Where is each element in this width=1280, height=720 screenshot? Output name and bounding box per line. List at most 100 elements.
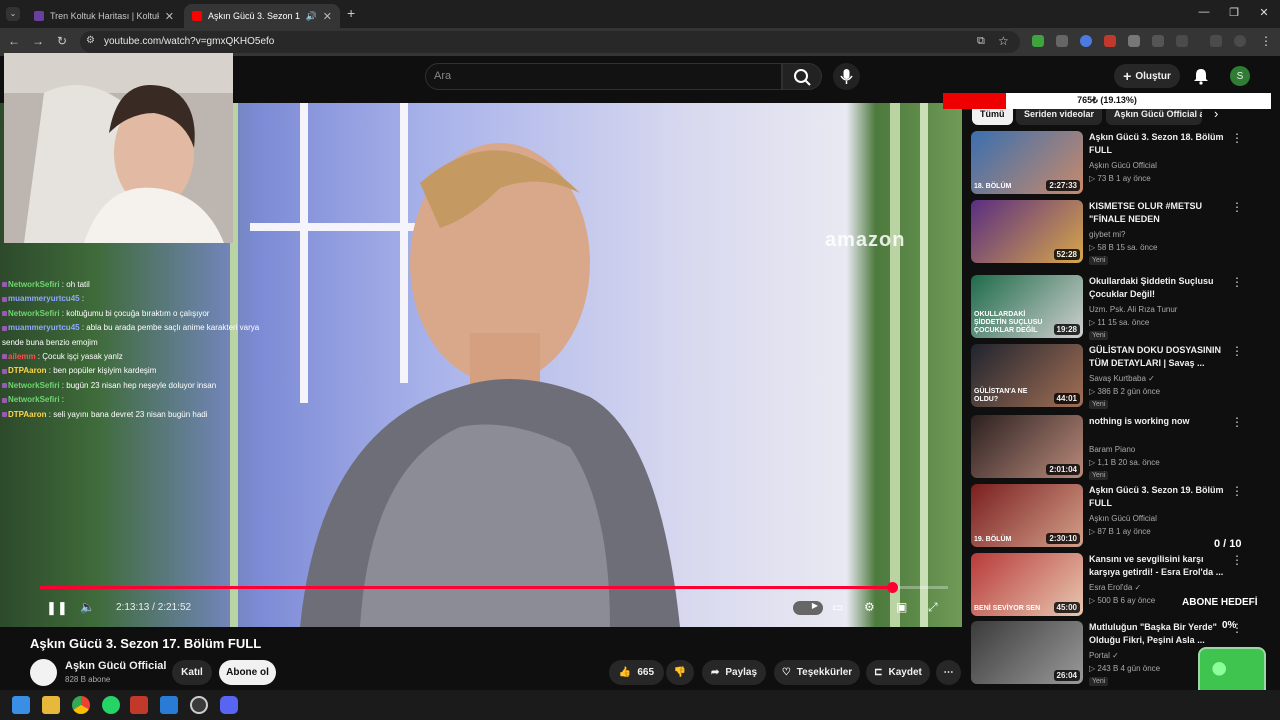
progress-scrubber[interactable] — [886, 582, 898, 593]
more-options-icon[interactable]: ⋮ — [1231, 344, 1243, 358]
discord-icon[interactable] — [220, 696, 238, 714]
recommendation-title[interactable]: Okullardaki Şiddetin Suçlusu Çocuklar De… — [1089, 275, 1225, 301]
tab-close-icon[interactable]: ✕ — [323, 10, 332, 23]
recommendation-channel[interactable]: Portal ✓ — [1089, 651, 1119, 660]
tab-youtube[interactable]: Aşkın Gücü 3. Sezon 17. Bölü 🔊 ✕ — [184, 4, 340, 28]
recommendation-channel[interactable]: Aşkın Gücü Official — [1089, 161, 1157, 170]
more-options-icon[interactable]: ⋮ — [1231, 200, 1243, 214]
reload-icon[interactable]: ↻ — [54, 34, 70, 48]
file-explorer-icon[interactable] — [42, 696, 60, 714]
save-button[interactable]: ⊏ Kaydet — [866, 660, 930, 685]
like-button[interactable]: 👍 665 — [609, 660, 664, 685]
recommendation-title[interactable]: Aşkın Gücü 3. Sezon 18. Bölüm FULL — [1089, 131, 1225, 157]
video-thumbnail[interactable]: OKULLARDAKİ ŞİDDETİN SUÇLUSU ÇOCUKLAR DE… — [971, 275, 1083, 338]
pause-button[interactable]: ❚❚ — [46, 600, 68, 616]
profile-icon[interactable] — [1234, 35, 1246, 47]
chat-username: muammeryurtcu45 — [8, 323, 80, 333]
url-text[interactable]: youtube.com/watch?v=gmxQKHO5efo — [104, 36, 274, 47]
more-options-icon[interactable]: ⋮ — [1231, 484, 1243, 498]
progress-bar[interactable] — [40, 582, 948, 593]
search-input[interactable] — [425, 63, 782, 90]
obs-icon[interactable] — [190, 696, 208, 714]
search-button[interactable] — [782, 63, 822, 90]
autoplay-toggle[interactable]: ▶ — [793, 601, 823, 615]
forward-icon[interactable]: → — [30, 34, 46, 48]
more-options-icon[interactable]: ⋮ — [1231, 131, 1243, 145]
video-thumbnail[interactable]: BENİ SEVİYOR SEN 45:00 — [971, 553, 1083, 616]
recommendation-item[interactable]: GÜLİSTAN'A NE OLDU? 44:01 GÜLİSTAN DOKU DO… — [971, 344, 1243, 409]
more-options-icon[interactable]: ⋮ — [1231, 553, 1243, 567]
channel-avatar[interactable] — [30, 659, 57, 686]
tab-search-icon[interactable]: ⌄ — [6, 7, 20, 21]
menu-icon[interactable]: ⋮ — [1260, 34, 1272, 48]
speaker-icon[interactable]: 🔊 — [306, 11, 317, 22]
recommendation-title[interactable]: KISMETSE OLUR #METSU "FİNALE NEDEN GİTME… — [1089, 200, 1225, 226]
extension-icon[interactable] — [1128, 35, 1140, 47]
windows-start-icon[interactable] — [12, 696, 30, 714]
subscribe-button[interactable]: Abone ol — [219, 660, 276, 685]
more-actions-button[interactable]: ⋯ — [936, 660, 961, 685]
app-icon[interactable] — [160, 696, 178, 714]
recommendation-item[interactable]: 18. BÖLÜM 2:27:33 Aşkın Gücü 3. Sezon 18. … — [971, 131, 1243, 195]
share-button[interactable]: ➦ Paylaş — [702, 660, 766, 685]
extensions-puzzle-icon[interactable] — [1176, 35, 1188, 47]
recommendation-channel[interactable]: Esra Erol'da ✓ — [1089, 583, 1141, 592]
video-thumbnail[interactable]: 2:01:04 — [971, 415, 1083, 478]
restore-icon[interactable]: ❐ — [1224, 6, 1244, 19]
tab-koltuk[interactable]: Tren Koltuk Haritası | Koltuk Seç ✕ — [26, 4, 182, 28]
recommendation-channel[interactable]: giybet mi? — [1089, 230, 1125, 239]
bookmark-star-icon[interactable]: ☆ — [998, 34, 1009, 48]
video-thumbnail[interactable]: 52:28 — [971, 200, 1083, 263]
video-thumbnail[interactable]: 19. BÖLÜM 2:30:10 — [971, 484, 1083, 547]
recommendation-channel[interactable]: Aşkın Gücü Official — [1089, 514, 1157, 523]
theater-mode-icon[interactable]: ▣ — [896, 600, 907, 614]
recommendation-title[interactable]: GÜLİSTAN DOKU DOSYASININ TÜM DETAYLARI |… — [1089, 344, 1225, 370]
whatsapp-icon[interactable] — [102, 696, 120, 714]
thumbs-down-icon: 👎 — [673, 667, 687, 678]
recommendation-item[interactable]: 2:01:04 nothing is working now Baram Piano… — [971, 415, 1243, 480]
extension-icon[interactable] — [1056, 35, 1068, 47]
channel-name[interactable]: Aşkın Gücü Official — [65, 660, 166, 672]
dislike-button[interactable]: 👎 — [666, 660, 694, 685]
notifications-button[interactable] — [1192, 67, 1210, 90]
create-button[interactable]: + Oluştur — [1114, 64, 1180, 88]
recommendation-item[interactable]: OKULLARDAKİ ŞİDDETİN SUÇLUSU ÇOCUKLAR DE… — [971, 275, 1243, 340]
install-icon[interactable]: ⧉ — [977, 35, 985, 48]
chat-text: abla bu arada pembe saçlı anime karakter… — [86, 323, 260, 333]
recommendation-channel[interactable]: Savaş Kurtbaba ✓ — [1089, 374, 1155, 383]
recommendation-item[interactable]: 19. BÖLÜM 2:30:10 Aşkın Gücü 3. Sezon 19. … — [971, 484, 1243, 548]
recommendation-item[interactable]: 52:28 KISMETSE OLUR #METSU "FİNALE NEDEN … — [971, 200, 1243, 265]
minimize-icon[interactable]: — — [1194, 6, 1214, 18]
app-icon[interactable] — [130, 696, 148, 714]
extension-icon[interactable] — [1152, 35, 1164, 47]
fullscreen-icon[interactable]: ⤢ — [928, 600, 938, 615]
more-options-icon[interactable]: ⋮ — [1231, 275, 1243, 289]
recommendation-title[interactable]: nothing is working now — [1089, 415, 1225, 428]
media-icon[interactable] — [1210, 35, 1222, 47]
recommendation-channel[interactable]: Baram Piano — [1089, 445, 1135, 454]
user-avatar[interactable]: S — [1230, 66, 1250, 86]
close-window-icon[interactable]: ✕ — [1254, 6, 1274, 19]
site-info-icon[interactable]: ⚙ — [86, 35, 95, 46]
thanks-button[interactable]: ♡ Teşekkürler — [774, 660, 860, 685]
recommendation-title[interactable]: Aşkın Gücü 3. Sezon 19. Bölüm FULL — [1089, 484, 1225, 510]
chrome-icon[interactable] — [72, 696, 90, 714]
video-thumbnail[interactable]: 26:04 — [971, 621, 1083, 684]
extension-icon[interactable] — [1080, 35, 1092, 47]
tab-close-icon[interactable]: ✕ — [165, 10, 174, 23]
settings-gear-icon[interactable]: ⚙ — [864, 600, 875, 614]
video-thumbnail[interactable]: 18. BÖLÜM 2:27:33 — [971, 131, 1083, 194]
voice-search-button[interactable] — [833, 63, 860, 90]
back-icon[interactable]: ← — [6, 34, 22, 48]
volume-icon[interactable]: 🔈 — [80, 600, 95, 614]
extension-icon[interactable] — [1032, 35, 1044, 47]
subtitles-icon[interactable]: ▭ — [832, 600, 843, 614]
more-options-icon[interactable]: ⋮ — [1231, 415, 1243, 429]
join-button[interactable]: Katıl — [172, 660, 212, 685]
recommendation-channel[interactable]: Uzm. Psk. Ali Rıza Tunur — [1089, 305, 1177, 314]
new-tab-button[interactable]: + — [347, 5, 355, 21]
recommendation-title[interactable]: Kansını ve sevgilisini karşı karşıya get… — [1089, 553, 1225, 579]
extension-icon[interactable] — [1104, 35, 1116, 47]
recommendation-title[interactable]: Mutluluğun "Başka Bir Yerde" Olduğu Fikr… — [1089, 621, 1225, 647]
video-thumbnail[interactable]: GÜLİSTAN'A NE OLDU? 44:01 — [971, 344, 1083, 407]
